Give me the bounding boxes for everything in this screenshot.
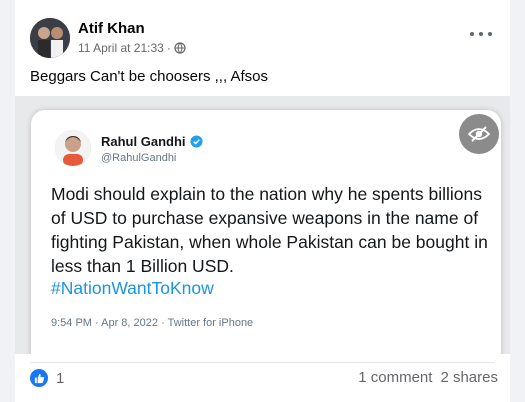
tweet-name: Rahul Gandhi <box>101 134 203 149</box>
divider <box>30 362 495 363</box>
tweet-card: Rahul Gandhi @RahulGandhi Modi should ex… <box>31 110 501 354</box>
author-avatar[interactable] <box>30 18 70 58</box>
more-options-icon[interactable] <box>470 28 492 40</box>
post-caption: Beggars Can't be choosers ,,, Afsos <box>30 68 268 85</box>
tweet-handle: @RahulGandhi <box>101 152 177 164</box>
meta-separator: · <box>166 41 171 55</box>
tweet-footer: 9:54 PM · Apr 8, 2022 · Twitter for iPho… <box>51 317 254 329</box>
like-reaction-icon <box>30 369 48 387</box>
hide-eye-icon[interactable] <box>459 114 499 154</box>
post-image[interactable]: Rahul Gandhi @RahulGandhi Modi should ex… <box>15 96 510 354</box>
tweet-name-text: Rahul Gandhi <box>101 134 186 149</box>
post-card: Atif Khan 11 April at 21:33 · Beggars Ca… <box>15 0 510 402</box>
tweet-avatar <box>55 130 91 166</box>
post-meta: 11 April at 21:33 · <box>78 41 186 55</box>
globe-icon[interactable] <box>174 42 186 54</box>
share-count[interactable]: 2 shares <box>440 369 498 386</box>
like-count: 1 <box>56 369 65 387</box>
comment-count[interactable]: 1 comment <box>358 369 432 386</box>
post-date[interactable]: 11 April at 21:33 <box>78 41 164 55</box>
tweet-hashtag: #NationWantToKnow <box>51 278 214 298</box>
reactions[interactable]: 1 <box>30 367 64 389</box>
post-stats: 1 comment 2 shares <box>358 369 498 386</box>
author-name[interactable]: Atif Khan <box>78 20 145 37</box>
tweet-text: Modi should explain to the nation why he… <box>51 184 488 276</box>
verified-icon <box>189 135 203 148</box>
avatar-image <box>30 18 70 58</box>
